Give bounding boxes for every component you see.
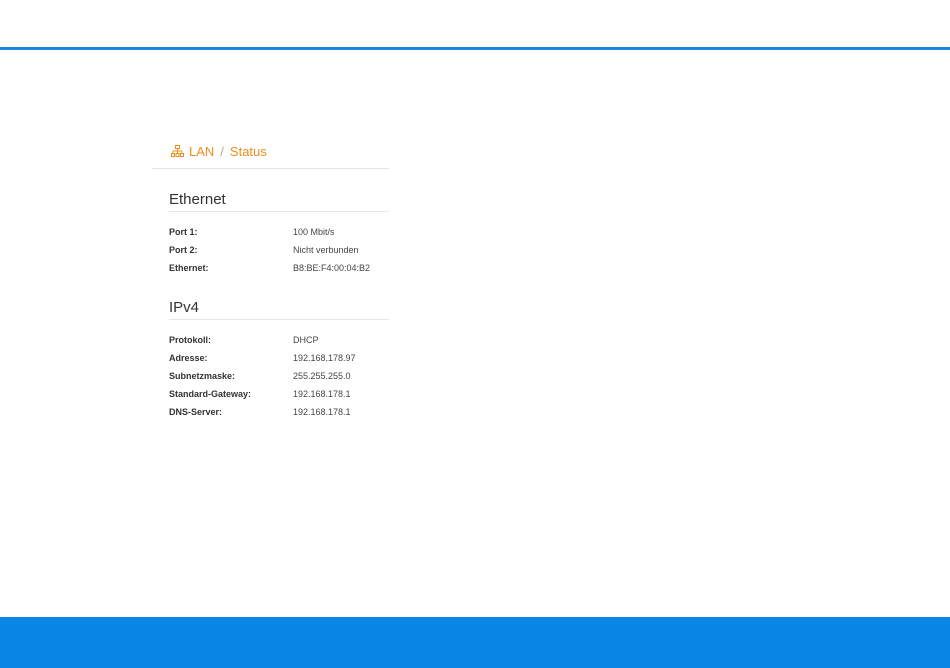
lan-status-panel: LAN / Status Ethernet Port 1: 100 Mbit/s… bbox=[152, 140, 389, 421]
info-value: DHCP bbox=[293, 335, 319, 345]
info-row-ethernet-mac: Ethernet: B8:BE:F4:00:04:B2 bbox=[169, 259, 389, 277]
breadcrumb: LAN / Status bbox=[152, 140, 389, 162]
info-label: Port 2: bbox=[169, 245, 198, 255]
info-label: DNS-Server: bbox=[169, 407, 223, 417]
header-divider bbox=[0, 47, 950, 50]
breadcrumb-separator: / bbox=[220, 143, 224, 159]
ipv4-section: IPv4 Protokoll: DHCP Adresse: 192.168.17… bbox=[169, 277, 389, 421]
info-row-dns-server: DNS-Server: 192.168.178.1 bbox=[169, 403, 389, 421]
info-label: Subnetzmaske: bbox=[169, 371, 236, 381]
network-icon bbox=[171, 144, 184, 158]
info-value: 255.255.255.0 bbox=[293, 371, 351, 381]
info-value: Nicht verbunden bbox=[293, 245, 359, 255]
info-row-subnetzmaske: Subnetzmaske: 255.255.255.0 bbox=[169, 367, 389, 385]
info-value: B8:BE:F4:00:04:B2 bbox=[293, 263, 371, 273]
info-label: Ethernet: bbox=[169, 263, 209, 273]
breadcrumb-item-lan[interactable]: LAN bbox=[189, 144, 214, 159]
section-title-ipv4: IPv4 bbox=[169, 277, 389, 320]
info-row-adresse: Adresse: 192.168.178.97 bbox=[169, 349, 389, 367]
info-row-standard-gateway: Standard-Gateway: 192.168.178.1 bbox=[169, 385, 389, 403]
info-value: 192.168.178.1 bbox=[293, 389, 351, 399]
info-row-port-2: Port 2: Nicht verbunden bbox=[169, 241, 389, 259]
breadcrumb-item-status: Status bbox=[229, 143, 267, 159]
info-row-protokoll: Protokoll: DHCP bbox=[169, 331, 389, 349]
ethernet-section: Ethernet Port 1: 100 Mbit/s Port 2: Nich… bbox=[169, 169, 389, 277]
info-row-port-1: Port 1: 100 Mbit/s bbox=[169, 223, 389, 241]
info-label: Port 1: bbox=[169, 227, 198, 237]
section-title-ethernet: Ethernet bbox=[169, 169, 389, 212]
info-label: Adresse: bbox=[169, 353, 208, 363]
footer-bar bbox=[0, 617, 950, 668]
info-value: 192.168.178.1 bbox=[293, 407, 351, 417]
info-label: Standard-Gateway: bbox=[169, 389, 252, 399]
info-value: 100 Mbit/s bbox=[293, 227, 335, 237]
info-value: 192.168.178.97 bbox=[293, 353, 356, 363]
info-label: Protokoll: bbox=[169, 335, 211, 345]
